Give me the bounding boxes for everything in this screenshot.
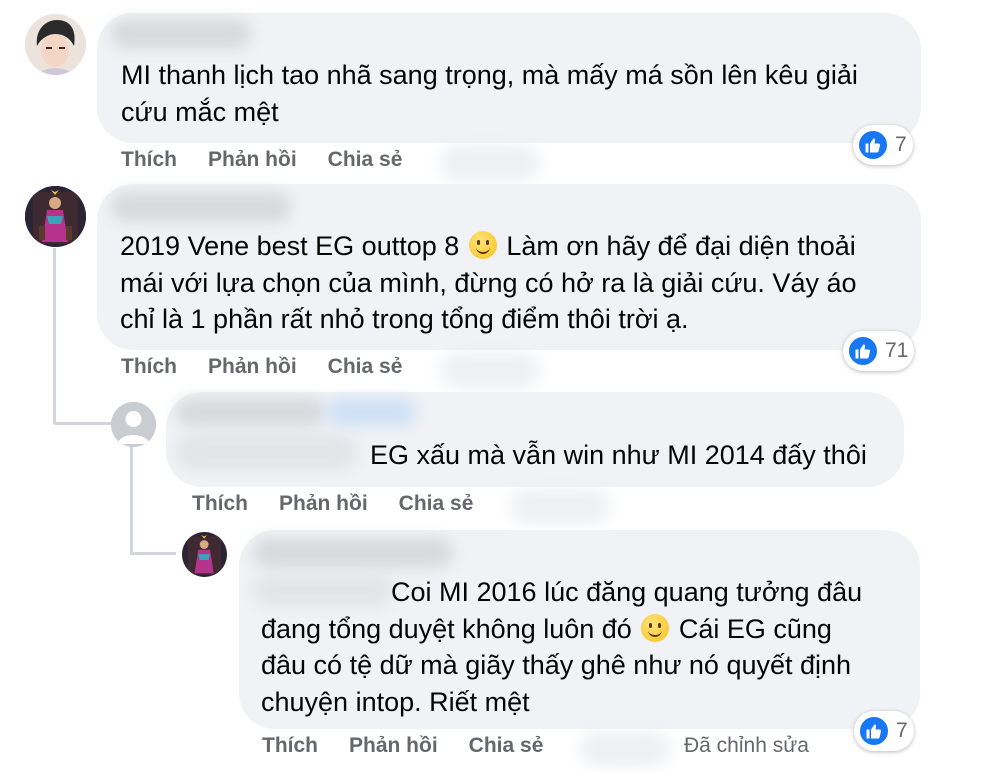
thumbs-up-icon [847,335,879,367]
like-button[interactable]: Thích [121,148,177,172]
comment-actions: Thích Phản hồi Chia sẻ [262,731,574,761]
share-button[interactable]: Chia sẻ [328,148,403,172]
share-button[interactable]: Chia sẻ [469,734,544,758]
redacted-timestamp [580,731,670,767]
comment-text: Coi MI 2016 lúc đăng quang tưởng đâu đan… [261,577,863,717]
redacted-name [253,538,453,568]
share-button[interactable]: Chia sẻ [399,492,474,516]
comment-text: MI thanh lịch tao nhã sang trọng, mà mấy… [121,60,858,127]
like-button[interactable]: Thích [262,734,318,758]
comment-actions: Thích Phản hồi Chia sẻ [192,489,504,519]
like-button[interactable]: Thích [192,492,248,516]
avatar[interactable] [182,532,227,577]
avatar[interactable] [25,14,86,75]
avatar[interactable] [25,186,86,247]
comment-actions: Thích Phản hồi Chia sẻ [121,352,433,382]
comment-text: EG xấu mà vẫn win như MI 2014 đấy thôi [370,440,867,470]
thread-line [53,248,56,424]
redacted-tag [176,434,356,470]
redacted-timestamp [440,352,540,388]
redacted-name [176,398,326,426]
reply-button[interactable]: Phản hồi [208,148,297,172]
comment-actions: Thích Phản hồi Chia sẻ [121,145,433,175]
share-button[interactable]: Chia sẻ [328,355,403,379]
redacted-name [111,19,251,49]
reply-button[interactable]: Phản hồi [208,355,297,379]
thumbs-up-icon [858,715,890,747]
smiling-face-icon [468,231,497,259]
reaction-count[interactable]: 7 [853,125,913,165]
reply-button[interactable]: Phản hồi [279,492,368,516]
like-button[interactable]: Thích [121,355,177,379]
reaction-count[interactable]: 71 [843,331,915,371]
reaction-count[interactable]: 7 [854,711,914,751]
default-avatar-icon[interactable] [111,402,156,447]
thread-line [53,422,115,425]
redacted-name [111,192,291,222]
reply-button[interactable]: Phản hồi [349,734,438,758]
redacted-timestamp [440,145,540,181]
comment-text: 2019 Vene best EG outtop 8 Làm ơn hãy để… [120,231,857,334]
thread-line [130,446,133,554]
thread-line [130,552,176,555]
smiling-face-icon [641,613,670,642]
redacted-tag [326,398,416,426]
edited-label: Đã chỉnh sửa [684,734,809,757]
redacted-timestamp [510,488,610,524]
thumbs-up-icon [857,129,889,161]
